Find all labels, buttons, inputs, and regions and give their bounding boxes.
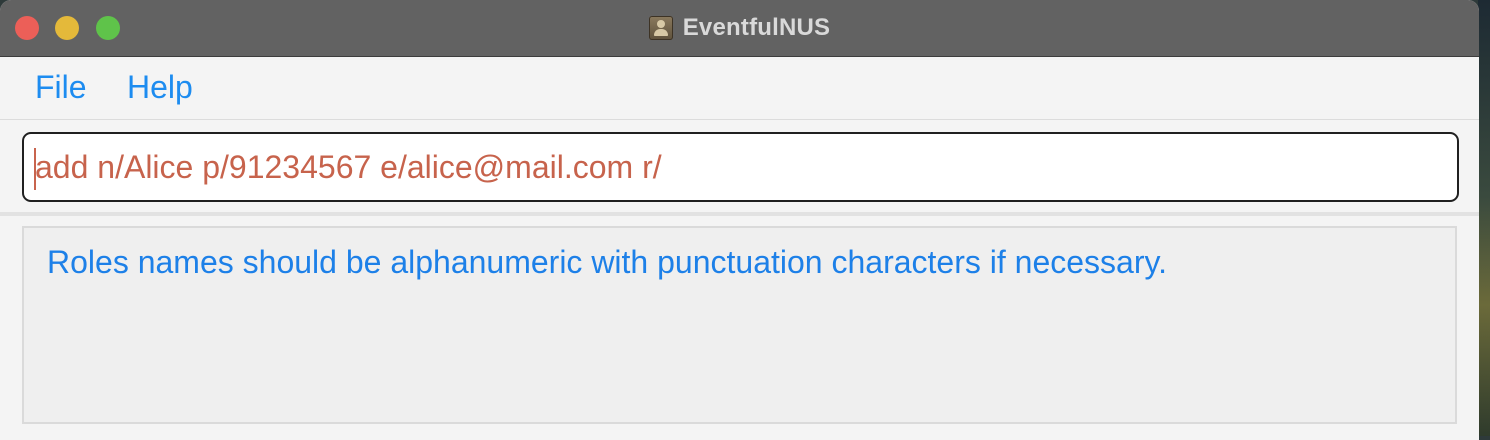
title-container: EventfulNUS <box>0 0 1479 56</box>
menu-file[interactable]: File <box>35 69 87 106</box>
menu-bar: File Help <box>0 57 1479 120</box>
app-window: EventfulNUS File Help add n/Alice p/9123… <box>0 0 1479 440</box>
menu-help[interactable]: Help <box>127 69 193 106</box>
command-box-panel: add n/Alice p/91234567 e/alice@mail.com … <box>0 120 1479 216</box>
result-display-panel: Roles names should be alphanumeric with … <box>0 216 1479 440</box>
title-bar[interactable]: EventfulNUS <box>0 0 1479 57</box>
app-icon <box>648 16 673 40</box>
command-input[interactable]: add n/Alice p/91234567 e/alice@mail.com … <box>22 132 1459 202</box>
desktop-background <box>1478 0 1490 436</box>
command-input-text: add n/Alice p/91234567 e/alice@mail.com … <box>35 149 662 185</box>
window-title: EventfulNUS <box>682 14 831 41</box>
result-message: Roles names should be alphanumeric with … <box>47 244 1167 280</box>
result-display[interactable]: Roles names should be alphanumeric with … <box>22 226 1457 424</box>
